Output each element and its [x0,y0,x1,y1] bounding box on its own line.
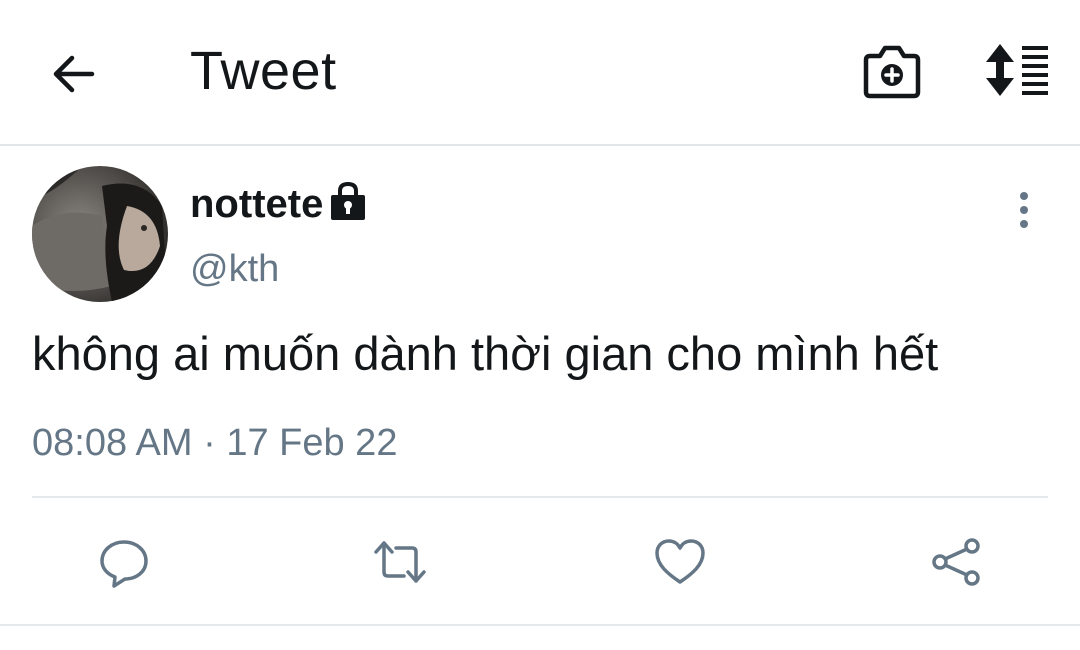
reply-button[interactable] [96,534,152,590]
reply-icon [100,540,148,588]
tweet-screen: Tweet nottete @kth không ai muốn dành th… [0,0,1080,650]
author-name[interactable]: nottete [190,182,323,227]
more-options-button[interactable] [1008,190,1040,230]
arrow-left-icon [53,55,95,93]
divider [0,624,1080,626]
page-title: Tweet [190,41,337,101]
retweet-icon [374,541,426,583]
tweet-text: không ai muốn dành thời gian cho mình hế… [32,327,939,380]
sort-button[interactable] [982,42,1052,98]
share-icon [932,538,980,586]
divider [32,496,1048,498]
top-app-bar: Tweet [0,0,1080,146]
tweet-timestamp: 08:08 AM · 17 Feb 22 [32,422,398,464]
camera-plus-icon [863,45,921,99]
camera-button[interactable] [860,42,924,102]
heart-icon [655,539,705,584]
lock-icon [328,180,368,222]
share-button[interactable] [928,534,984,590]
sort-list-icon [986,44,1048,96]
more-vertical-icon [1020,192,1028,228]
author-handle[interactable]: @kth [190,248,279,291]
back-button[interactable] [48,48,100,100]
avatar-photo [32,166,168,302]
retweet-button[interactable] [372,534,428,590]
like-button[interactable] [652,534,708,590]
avatar[interactable] [32,166,168,302]
